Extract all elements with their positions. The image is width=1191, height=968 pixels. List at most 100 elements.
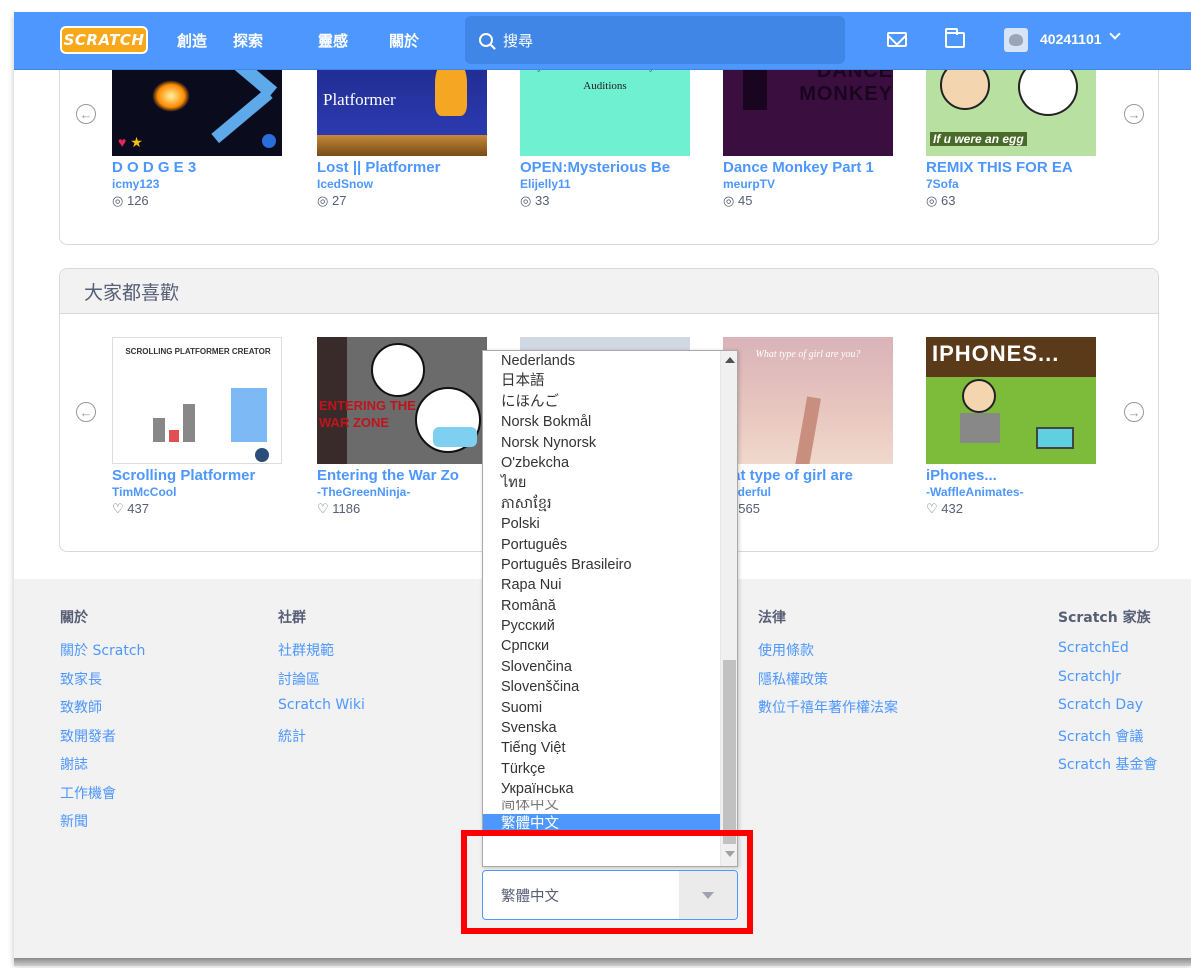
language-option[interactable]: Slovenščina <box>483 677 721 697</box>
avatar[interactable] <box>1004 28 1028 52</box>
language-option[interactable]: O'zbekcha <box>483 453 721 473</box>
language-option[interactable]: Polski <box>483 514 721 534</box>
thumb-text: Platformer <box>323 90 396 109</box>
project-title[interactable]: REMIX THIS FOR EA <box>926 159 1096 176</box>
search-icon <box>479 33 493 47</box>
project-author[interactable]: -WaffleAnimates- <box>926 485 1096 499</box>
project-card[interactable]: Mysterious Benedict Society Voice Auditi… <box>520 50 690 209</box>
project-author[interactable]: -TheGreenNinja- <box>317 485 487 499</box>
project-author[interactable]: IcedSnow <box>317 177 487 191</box>
language-option[interactable]: Svenska <box>483 718 721 738</box>
footer-link[interactable]: 致教師 <box>60 697 145 726</box>
project-author[interactable]: 7Sofa <box>926 177 1096 191</box>
project-thumbnail[interactable]: SCROLLING PLATFORMER CREATOR <box>112 337 282 464</box>
language-option[interactable]: Українська <box>483 779 721 799</box>
project-card[interactable]: Platformer Lost || Platformer IcedSnow ◎… <box>317 50 487 209</box>
footer-heading: 社群 <box>278 610 306 626</box>
project-stat: 33 <box>534 193 550 208</box>
project-thumbnail[interactable]: ENTERING THE WAR ZONE <box>317 337 487 464</box>
search-placeholder: 搜尋 <box>503 32 534 50</box>
project-card[interactable]: ♥ ★ D O D G E 3 icmy123 ◎ 126 <box>112 50 282 209</box>
language-option[interactable]: ไทย <box>483 473 721 493</box>
language-option[interactable]: Português <box>483 535 721 555</box>
nav-about[interactable]: 關於 <box>389 30 419 51</box>
project-title[interactable]: Entering the War Zo <box>317 467 487 484</box>
project-card[interactable]: ENTERING THE WAR ZONE Entering the War Z… <box>317 337 487 517</box>
language-option[interactable]: Suomi <box>483 698 721 718</box>
language-option[interactable]: Српски <box>483 636 721 656</box>
footer-link[interactable]: ScratchJr <box>1058 669 1157 698</box>
language-option[interactable]: Русский <box>483 616 721 636</box>
project-stat: 126 <box>126 193 149 208</box>
project-title[interactable]: OPEN:Mysterious Be <box>520 159 690 176</box>
footer-link[interactable]: 致家長 <box>60 669 145 698</box>
footer-link[interactable]: 討論區 <box>278 669 365 698</box>
language-option[interactable]: Tiếng Việt <box>483 738 721 758</box>
language-options[interactable]: Nederlands 日本語 にほんご Norsk Bokmål Norsk N… <box>483 351 721 866</box>
project-title[interactable]: Dance Monkey Part 1 <box>723 159 893 176</box>
project-card[interactable]: If u were an egg REMIX THIS FOR EA 7Sofa… <box>926 50 1096 209</box>
footer-link[interactable]: 統計 <box>278 726 365 755</box>
language-option[interactable]: Rapa Nui <box>483 575 721 595</box>
language-option[interactable]: Türkçe <box>483 759 721 779</box>
chevron-down-icon[interactable] <box>1109 28 1121 40</box>
footer-link[interactable]: 謝誌 <box>60 754 145 783</box>
carousel-prev-arrow-icon[interactable]: ← <box>76 104 96 124</box>
project-card[interactable]: SCROLLING PLATFORMER CREATOR Scrolling P… <box>112 337 282 517</box>
footer-link[interactable]: Scratch 會議 <box>1058 726 1157 755</box>
project-author[interactable]: meurpTV <box>723 177 893 191</box>
language-option[interactable]: 简体中文 <box>483 800 721 814</box>
project-thumbnail[interactable]: What type of girl are you? <box>723 337 893 464</box>
footer-link[interactable]: 數位千禧年著作權法案 <box>758 697 898 726</box>
footer-link[interactable]: 致開發者 <box>60 726 145 755</box>
language-option[interactable]: Norsk Nynorsk <box>483 433 721 453</box>
language-option[interactable]: Português Brasileiro <box>483 555 721 575</box>
project-title[interactable]: Scrolling Platformer <box>112 467 282 484</box>
scratch-logo[interactable]: SCRATCH <box>60 26 148 54</box>
language-option[interactable]: Slovenčina <box>483 657 721 677</box>
footer-link[interactable]: Scratch Wiki <box>278 697 365 726</box>
project-author[interactable]: TimMcCool <box>112 485 282 499</box>
carousel-prev-arrow-icon[interactable]: ← <box>76 402 96 422</box>
scroll-up-arrow-icon[interactable] <box>725 357 735 363</box>
nav-create[interactable]: 創造 <box>177 30 207 51</box>
project-card[interactable]: What type of girl are you? hat type of g… <box>723 337 893 517</box>
project-card[interactable]: IPHONES... iPhones... -WaffleAnimates- ♡… <box>926 337 1096 517</box>
footer-link[interactable]: 社群規範 <box>278 640 365 669</box>
nav-explore[interactable]: 探索 <box>233 30 263 51</box>
project-thumbnail[interactable]: IPHONES... <box>926 337 1096 464</box>
nav-ideas[interactable]: 靈感 <box>318 30 348 51</box>
language-option[interactable]: Nederlands <box>483 351 721 371</box>
project-author[interactable]: Elijelly11 <box>520 177 690 191</box>
footer-link[interactable]: ScratchEd <box>1058 640 1157 669</box>
footer-link[interactable]: 關於 Scratch <box>60 640 145 669</box>
footer-link[interactable]: 使用條款 <box>758 640 898 669</box>
scrollbar-thumb[interactable] <box>723 660 736 844</box>
language-option[interactable]: Română <box>483 596 721 616</box>
footer-link[interactable]: Scratch Day <box>1058 697 1157 726</box>
footer-link[interactable]: 隱私權政策 <box>758 669 898 698</box>
project-author[interactable]: onderful <box>723 485 893 499</box>
carousel-next-arrow-icon[interactable]: → <box>1124 402 1144 422</box>
project-title[interactable]: hat type of girl are <box>723 467 893 484</box>
my-stuff-folder-icon[interactable] <box>945 28 965 48</box>
messages-icon[interactable] <box>887 32 907 47</box>
search-bar[interactable]: 搜尋 <box>465 16 845 64</box>
language-dropdown-list[interactable]: Nederlands 日本語 にほんご Norsk Bokmål Norsk N… <box>482 350 738 867</box>
username[interactable]: 40241101 <box>1040 31 1102 47</box>
language-option[interactable]: にほんご <box>483 392 721 412</box>
footer-link[interactable]: 新聞 <box>60 811 145 840</box>
project-title[interactable]: iPhones... <box>926 467 1096 484</box>
carousel-next-arrow-icon[interactable]: → <box>1124 104 1144 124</box>
dropdown-scrollbar[interactable] <box>720 351 737 866</box>
project-title[interactable]: D O D G E 3 <box>112 159 282 176</box>
project-title[interactable]: Lost || Platformer <box>317 159 487 176</box>
language-option[interactable]: ភាសាខ្មែរ <box>483 494 721 514</box>
project-card[interactable]: DANCE MONKEY Dance Monkey Part 1 meurpTV… <box>723 50 893 209</box>
project-author[interactable]: icmy123 <box>112 177 282 191</box>
footer-link[interactable]: Scratch 基金會 <box>1058 754 1157 783</box>
language-option[interactable]: Norsk Bokmål <box>483 412 721 432</box>
footer-link[interactable]: 工作機會 <box>60 783 145 812</box>
language-option[interactable]: 日本語 <box>483 371 721 391</box>
remix-icon: ◎ <box>112 193 127 208</box>
